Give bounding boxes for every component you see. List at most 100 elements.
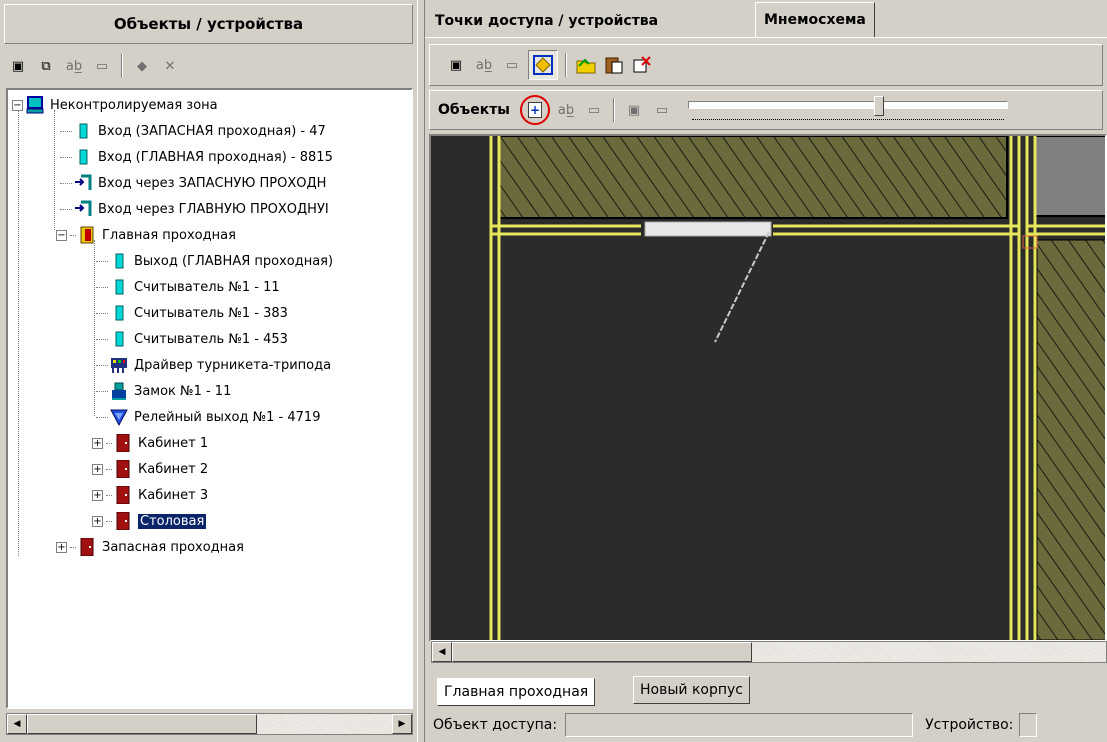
collapse-icon[interactable]: −: [56, 229, 67, 241]
access-object-label: Объект доступа:: [433, 717, 558, 733]
delete-icon[interactable]: ▭: [90, 54, 114, 78]
door-icon: [116, 434, 130, 452]
scheme-toolbar: ▣ ab̲ ▭: [429, 44, 1103, 86]
rename-icon[interactable]: ab̲: [554, 98, 578, 122]
scroll-track[interactable]: [752, 642, 1106, 662]
panel-splitter[interactable]: [417, 0, 425, 742]
tree-node-entry[interactable]: Вход через ЗАПАСНУЮ ПРОХОДН: [60, 172, 326, 194]
paste-icon[interactable]: [602, 53, 626, 77]
edit-shape-icon: [533, 55, 553, 75]
tree-node-label: Запасная проходная: [102, 539, 244, 555]
relay-icon: [110, 409, 128, 426]
tree-node-cabinet-1[interactable]: + Кабинет 1: [92, 432, 208, 454]
tree-node-label: Вход (ЗАПАСНАЯ проходная) - 47: [98, 123, 326, 139]
reader-icon: [115, 305, 124, 321]
expand-icon[interactable]: +: [92, 437, 103, 449]
scroll-left-icon[interactable]: ◀: [432, 642, 452, 662]
tree-node-cabinet-3[interactable]: + Кабинет 3: [92, 484, 208, 506]
clear-glyph: [633, 56, 651, 73]
tree-node-canteen[interactable]: + Столовая: [92, 510, 208, 532]
door-icon: [80, 538, 94, 556]
tab-mnemoscheme[interactable]: Мнемосхема: [755, 2, 875, 38]
tree-connector: [96, 390, 108, 392]
tree-connector: [60, 156, 72, 158]
tree-connector: [70, 546, 76, 548]
properties-icon[interactable]: ▭: [650, 98, 674, 122]
remove-icon[interactable]: ✕: [158, 54, 182, 78]
tree-connector: [106, 520, 112, 522]
expand-icon[interactable]: +: [92, 463, 103, 475]
driver-icon: [111, 358, 127, 373]
add-child-icon[interactable]: ⧉: [34, 54, 58, 78]
floor-plan: [431, 136, 1105, 640]
copy-icon[interactable]: ▣: [622, 98, 646, 122]
tree-node-label: Главная проходная: [102, 227, 236, 243]
tree-node-relay[interactable]: Релейный выход №1 - 4719: [96, 406, 320, 428]
scroll-thumb[interactable]: [452, 642, 752, 662]
door-icon: [116, 512, 130, 530]
tree-node-uncontrolled-zone[interactable]: − Неконтролируемая зона: [12, 94, 218, 116]
tree-node-reader[interactable]: Вход (ГЛАВНАЯ проходная) - 8815: [60, 146, 333, 168]
clipboard-glyph: [605, 57, 623, 74]
scroll-thumb[interactable]: [27, 714, 257, 734]
tab-main-checkpoint[interactable]: Главная проходная: [437, 678, 596, 706]
add-object-icon: +: [527, 102, 542, 118]
canvas-horizontal-scrollbar[interactable]: ◀: [431, 641, 1107, 663]
mnemoscheme-canvas[interactable]: [429, 134, 1107, 642]
edit-mode-icon[interactable]: [528, 50, 558, 80]
door-arrow-icon: [75, 200, 92, 216]
tree-node-label: Неконтролируемая зона: [50, 97, 218, 113]
device-label: Устройство:: [925, 717, 1014, 733]
tree-node-reader[interactable]: Считыватель №1 - 453: [96, 328, 288, 350]
tree-node-reader[interactable]: Считыватель №1 - 383: [96, 302, 288, 324]
tab-access-points[interactable]: Точки доступа / устройства: [427, 6, 667, 36]
tree-connector: [106, 494, 112, 496]
objects-toolbar: ▣ ⧉ ab̲ ▭ ◆ ✕: [6, 50, 182, 82]
tree-node-lock[interactable]: Замок №1 - 11: [96, 380, 231, 402]
tree-connector: [70, 234, 76, 236]
scroll-left-icon[interactable]: ◀: [7, 714, 27, 734]
tree-node-main-checkpoint[interactable]: − Главная проходная: [56, 224, 236, 246]
rename-icon[interactable]: ab̲: [472, 53, 496, 77]
add-object-icon[interactable]: ▣: [6, 54, 30, 78]
device-field[interactable]: [1019, 713, 1038, 737]
tree-node-cabinet-2[interactable]: + Кабинет 2: [92, 458, 208, 480]
tree-connector: [60, 182, 72, 184]
access-object-field[interactable]: [565, 713, 914, 737]
tree-node-driver[interactable]: Драйвер турникета-трипода: [96, 354, 331, 376]
objects-tree[interactable]: − Неконтролируемая зона Вход (ЗАПАСНАЯ п…: [6, 88, 413, 709]
tab-divider: [425, 37, 1107, 38]
expand-icon[interactable]: +: [92, 489, 103, 501]
tree-connector: [60, 208, 72, 210]
add-layer-icon[interactable]: ▣: [444, 53, 468, 77]
slider-thumb[interactable]: [873, 96, 884, 116]
zoom-slider[interactable]: [687, 95, 1008, 125]
tab-new-building[interactable]: Новый корпус: [633, 676, 750, 704]
tree-node-reader[interactable]: Считыватель №1 - 11: [96, 276, 280, 298]
tree-connector: [106, 468, 112, 470]
expand-icon[interactable]: +: [92, 515, 103, 527]
delete-icon[interactable]: ▭: [500, 53, 524, 77]
rename-icon[interactable]: ab̲: [62, 54, 86, 78]
paint-icon[interactable]: ◆: [130, 54, 154, 78]
lock-icon: [112, 382, 126, 400]
tree-connector: [96, 338, 108, 340]
highlighted-add-button[interactable]: +: [519, 95, 550, 125]
tree-node-entry[interactable]: Вход через ГЛАВНУЮ ПРОХОДНУІ: [60, 198, 329, 220]
tree-node-reserve-checkpoint[interactable]: + Запасная проходная: [56, 536, 244, 558]
open-folder-icon[interactable]: [574, 53, 598, 77]
tree-horizontal-scrollbar[interactable]: ◀ ▶: [6, 713, 413, 735]
scroll-track[interactable]: [257, 714, 392, 734]
delete-icon[interactable]: ▭: [582, 98, 606, 122]
clear-image-icon[interactable]: [630, 53, 654, 77]
computer-icon: [26, 96, 44, 114]
reader-icon: [79, 149, 88, 165]
tree-node-label: Кабинет 1: [138, 435, 209, 451]
scroll-right-icon[interactable]: ▶: [392, 714, 412, 734]
expand-icon[interactable]: +: [56, 541, 67, 553]
tree-node-reader[interactable]: Вход (ЗАПАСНАЯ проходная) - 47: [60, 120, 326, 142]
tree-node-label: Кабинет 3: [138, 487, 209, 503]
tree-node-reader[interactable]: Выход (ГЛАВНАЯ проходная): [96, 250, 333, 272]
door-frame[interactable]: [644, 221, 772, 237]
collapse-icon[interactable]: −: [12, 99, 23, 111]
